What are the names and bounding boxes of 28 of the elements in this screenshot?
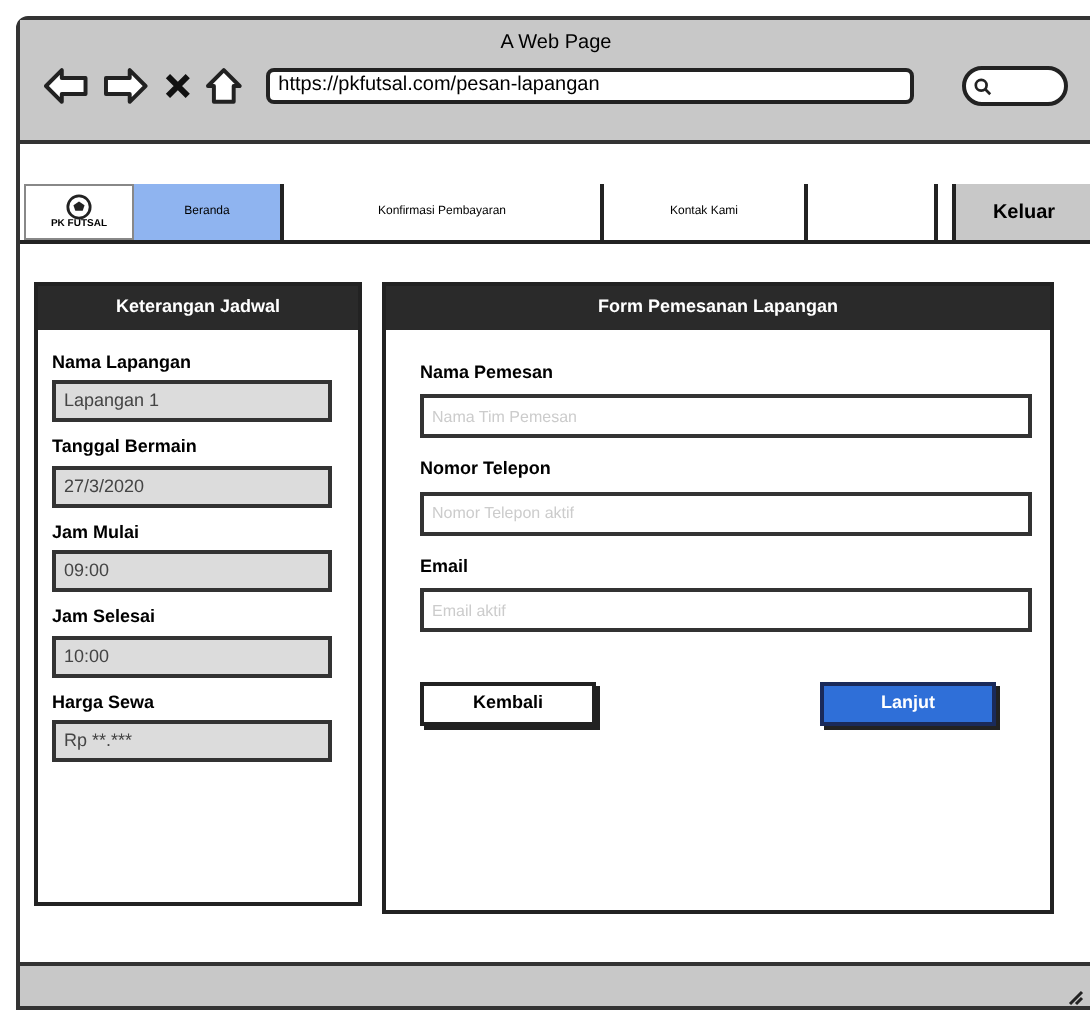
panel-header: Keterangan Jadwal — [38, 286, 358, 329]
logout-button[interactable]: Keluar — [952, 184, 1090, 240]
back-arrow-icon[interactable] — [44, 68, 88, 104]
next-button[interactable]: Lanjut — [820, 682, 996, 726]
readonly-field: 09:00 — [52, 550, 332, 592]
field-label: Nomor Telepon — [420, 456, 553, 482]
resize-grip-icon[interactable] — [1068, 990, 1084, 1006]
field-label: Jam Mulai — [52, 519, 142, 545]
search-field[interactable] — [961, 66, 1068, 106]
readonly-field: Rp **.*** — [52, 720, 332, 762]
field-label: Nama Pemesan — [420, 359, 556, 385]
back-button[interactable]: Kembali — [420, 682, 596, 726]
field-label: Harga Sewa — [52, 689, 157, 716]
panel-header: Form Pemesanan Lapangan — [386, 286, 1050, 329]
field-label: Tanggal Bermain — [52, 434, 199, 460]
readonly-field: 10:00 — [52, 635, 332, 677]
search-icon — [973, 77, 992, 95]
field-label: Nama Lapangan — [52, 349, 194, 376]
field-label: Jam Selesai — [52, 604, 158, 630]
field-label: Email — [420, 553, 471, 579]
forward-arrow-icon[interactable] — [103, 68, 147, 104]
readonly-field: Lapangan 1 — [52, 380, 332, 422]
readonly-field: 27/3/2020 — [52, 465, 332, 507]
close-icon[interactable] — [163, 72, 191, 100]
address-field[interactable]: https://pkfutsal.com/pesan-lapangan — [266, 68, 914, 104]
ball-icon — [66, 194, 92, 220]
window-title: A Web Page — [500, 30, 612, 58]
home-icon[interactable] — [206, 68, 243, 104]
